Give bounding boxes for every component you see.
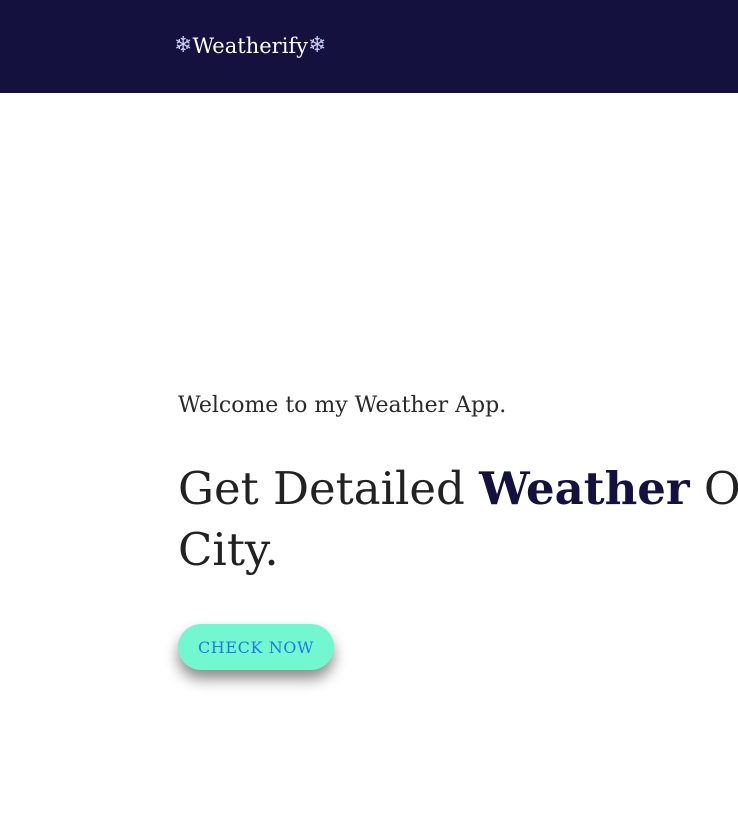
headline-prefix: Get Detailed xyxy=(178,462,480,515)
welcome-text: Welcome to my Weather App. xyxy=(178,393,507,418)
check-now-button[interactable]: CHECK NOW xyxy=(178,624,334,670)
top-navbar: ❄ Weatherify ❄ xyxy=(0,0,738,93)
hero-headline: Get Detailed Weather Of City. xyxy=(178,458,738,580)
headline-emphasis: Weather xyxy=(479,462,690,515)
brand-logo-link[interactable]: ❄ Weatherify ❄ xyxy=(174,30,326,62)
brand-name: Weatherify xyxy=(192,34,309,58)
snowflake-icon: ❄ xyxy=(174,33,193,58)
snowflake-icon: ❄ xyxy=(308,33,327,58)
